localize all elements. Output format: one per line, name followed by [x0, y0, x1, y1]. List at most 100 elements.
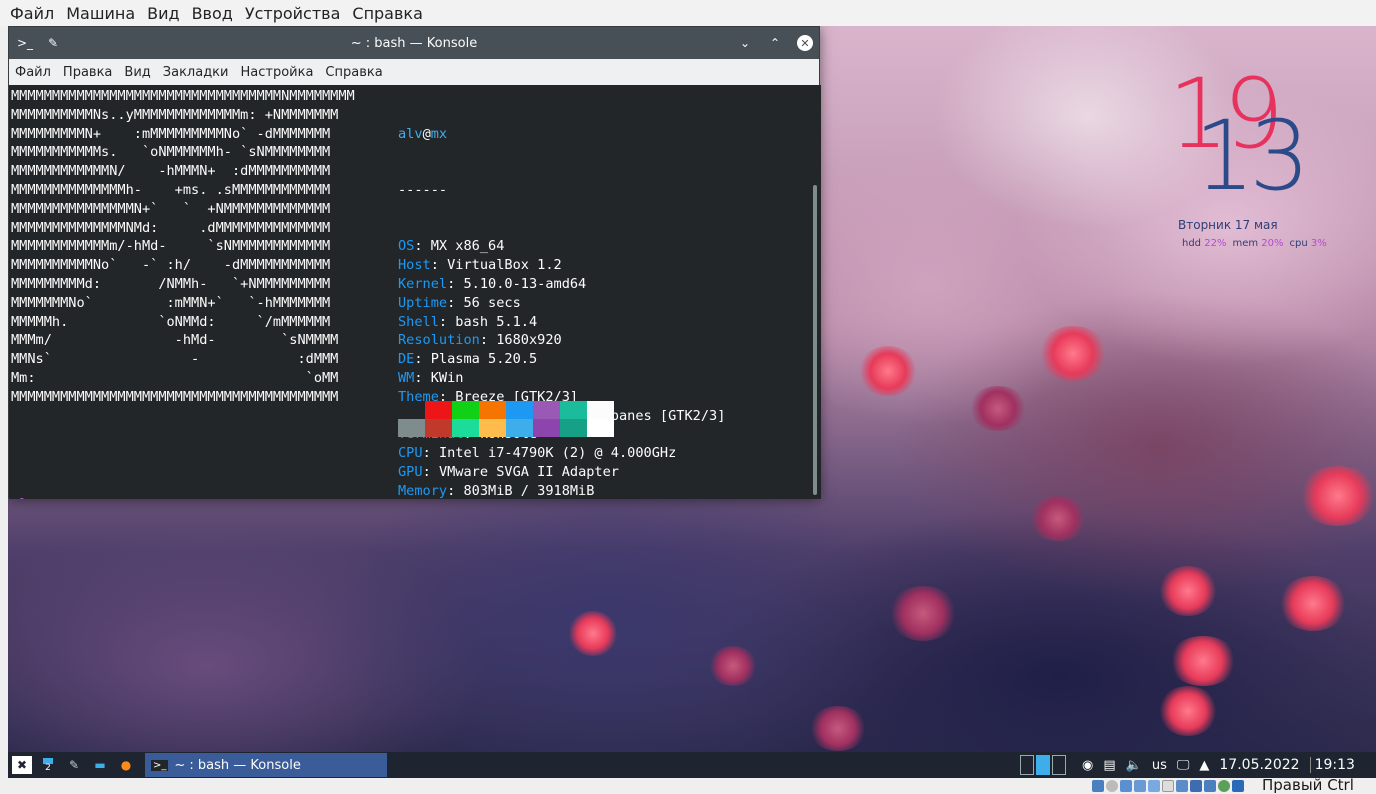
vbox-menu-file[interactable]: Файл: [10, 4, 54, 23]
vbox-menu-machine[interactable]: Машина: [66, 4, 135, 23]
recording-icon[interactable]: [1190, 780, 1202, 792]
shell-prompt[interactable]: alv@mx:~ $: [11, 457, 77, 499]
taskbar-date[interactable]: 17.05.2022: [1219, 757, 1299, 773]
palette-swatch: [479, 401, 506, 419]
menu-view[interactable]: Вид: [124, 65, 150, 80]
palette-swatch: [425, 401, 452, 419]
mouse-integration-icon[interactable]: [1218, 780, 1230, 792]
taskbar: ✖ 2 ✎ ▬ ● >_ ~ : bash — Konsole ◉ ▤ 🔈 us…: [8, 752, 1376, 778]
vbox-menu-input[interactable]: Ввод: [192, 4, 233, 23]
palette-swatch: [479, 419, 506, 437]
info-value: 5.10.0-13-amd64: [463, 275, 587, 292]
wallpaper-flower: [808, 706, 868, 751]
desktop-1[interactable]: [1020, 755, 1034, 775]
wallpaper-flower: [568, 611, 618, 656]
wallpaper-flower: [858, 346, 918, 396]
vbox-menubar: Файл Машина Вид Ввод Устройства Справка: [0, 0, 1376, 26]
palette-swatch: [398, 419, 425, 437]
neofetch-ascii-logo: MMMMMMMMMMMMMMMMMMMMMMMMMMMMMMMMMNMMMMMM…: [11, 88, 355, 405]
desktop-pager-icon[interactable]: 2: [38, 756, 58, 774]
clipboard-icon[interactable]: ▤: [1103, 758, 1115, 773]
menu-edit[interactable]: Правка: [63, 65, 112, 80]
desktop-2[interactable]: [1036, 755, 1050, 775]
info-value: 56 secs: [463, 294, 521, 311]
file-manager-icon[interactable]: ▬: [90, 756, 110, 774]
info-line: Host: VirtualBox 1.2: [398, 257, 562, 274]
vbox-menu-devices[interactable]: Устройства: [245, 4, 341, 23]
pin-icon[interactable]: ✎: [45, 35, 61, 51]
app-launcher-icon[interactable]: ✖: [12, 756, 32, 774]
info-key: Memory: [398, 482, 448, 499]
optical-drive-icon[interactable]: [1106, 780, 1118, 792]
wallpaper-flower: [1168, 636, 1238, 686]
keyboard-capture-icon[interactable]: [1232, 780, 1244, 792]
terminal-area[interactable]: MMMMMMMMMMMMMMMMMMMMMMMMMMMMMMMMMNMMMMMM…: [9, 85, 821, 499]
network-icon[interactable]: ◉: [1082, 758, 1093, 773]
clock-widget[interactable]: 19 13 Вторник 17 мая hdd 22% mem 20% cpu…: [1158, 66, 1358, 256]
info-line: Resolution: 1680x920: [398, 332, 562, 349]
window-titlebar[interactable]: >_ ✎ ~ : bash — Konsole ⌄ ⌃ ✕: [9, 27, 819, 59]
virtual-desktop-pager: [1020, 755, 1066, 775]
info-line: DE: Plasma 5.20.5: [398, 351, 538, 368]
vt-status-icon[interactable]: [1204, 780, 1216, 792]
hdd-status-icon[interactable]: [1092, 780, 1104, 792]
palette-swatch: [506, 419, 533, 437]
volume-icon[interactable]: 🔈: [1126, 758, 1142, 773]
menu-help[interactable]: Справка: [325, 65, 382, 80]
palette-swatch: [425, 419, 452, 437]
terminal-app-icon[interactable]: >_: [17, 35, 33, 51]
wallpaper-flower: [1028, 496, 1088, 541]
info-line: WM: KWin: [398, 369, 464, 386]
stat-hdd: hdd 22%: [1182, 238, 1227, 249]
konsole-window[interactable]: >_ ✎ ~ : bash — Konsole ⌄ ⌃ ✕ Файл Правк…: [8, 26, 821, 499]
vbox-menu-help[interactable]: Справка: [352, 4, 423, 23]
info-line: CPU: Intel i7-4790K (2) @ 4.000GHz: [398, 445, 677, 462]
info-value: bash 5.1.4: [455, 313, 538, 330]
info-value: VirtualBox 1.2: [447, 257, 562, 274]
paint-brush-icon[interactable]: ✎: [64, 756, 84, 774]
palette-swatch: [533, 419, 560, 437]
guest-desktop[interactable]: 19 13 Вторник 17 мая hdd 22% mem 20% cpu…: [8, 26, 1376, 778]
info-line: Memory: 803MiB / 3918MiB: [398, 482, 595, 499]
minimize-icon[interactable]: ⌄: [737, 35, 753, 51]
wallpaper-flower: [968, 386, 1028, 431]
menu-settings[interactable]: Настройка: [240, 65, 313, 80]
taskbar-time[interactable]: 19:13: [1309, 757, 1355, 773]
info-key: Uptime: [398, 294, 448, 311]
palette-swatch: [533, 401, 560, 419]
network-status-icon[interactable]: [1134, 780, 1146, 792]
menu-file[interactable]: Файл: [15, 65, 51, 80]
firefox-icon[interactable]: ●: [116, 756, 136, 774]
shared-folder-icon[interactable]: [1162, 780, 1174, 792]
info-value: Intel i7-4790K (2) @ 4.000GHz: [438, 445, 677, 462]
menu-bookmarks[interactable]: Закладки: [163, 65, 229, 80]
palette-swatch: [452, 419, 479, 437]
desktop-3[interactable]: [1052, 755, 1066, 775]
scrollbar[interactable]: [813, 185, 817, 495]
system-tray: ◉ ▤ 🔈 us 🖵 ▲ 17.05.2022 19:13: [1082, 752, 1355, 778]
info-key: Resolution: [398, 332, 480, 349]
clock-date: Вторник 17 мая: [1178, 218, 1278, 232]
user-host-line: alv@mx: [398, 125, 448, 142]
keyboard-layout[interactable]: us: [1152, 758, 1167, 773]
info-key: GPU: [398, 463, 423, 480]
stat-cpu: cpu 3%: [1289, 238, 1327, 249]
tray-expand-icon[interactable]: ▲: [1199, 758, 1209, 773]
display-icon[interactable]: 🖵: [1177, 758, 1190, 773]
usb-status-icon[interactable]: [1148, 780, 1160, 792]
palette-swatch: [452, 401, 479, 419]
maximize-icon[interactable]: ⌃: [767, 35, 783, 51]
palette-swatch: [587, 401, 614, 419]
close-icon[interactable]: ✕: [797, 35, 813, 51]
info-key: Kernel: [398, 275, 448, 292]
audio-status-icon[interactable]: [1120, 780, 1132, 792]
wallpaper-flower: [888, 586, 958, 641]
task-konsole[interactable]: >_ ~ : bash — Konsole: [145, 753, 387, 777]
vbox-menu-view[interactable]: Вид: [147, 4, 179, 23]
separator-line: ------: [398, 181, 448, 198]
wallpaper-flower: [1158, 566, 1218, 616]
display-status-icon[interactable]: [1176, 780, 1188, 792]
vbox-statusbar: Правый Ctrl: [0, 776, 1376, 794]
palette-swatch: [587, 419, 614, 437]
info-value: MX x86_64: [430, 238, 505, 255]
